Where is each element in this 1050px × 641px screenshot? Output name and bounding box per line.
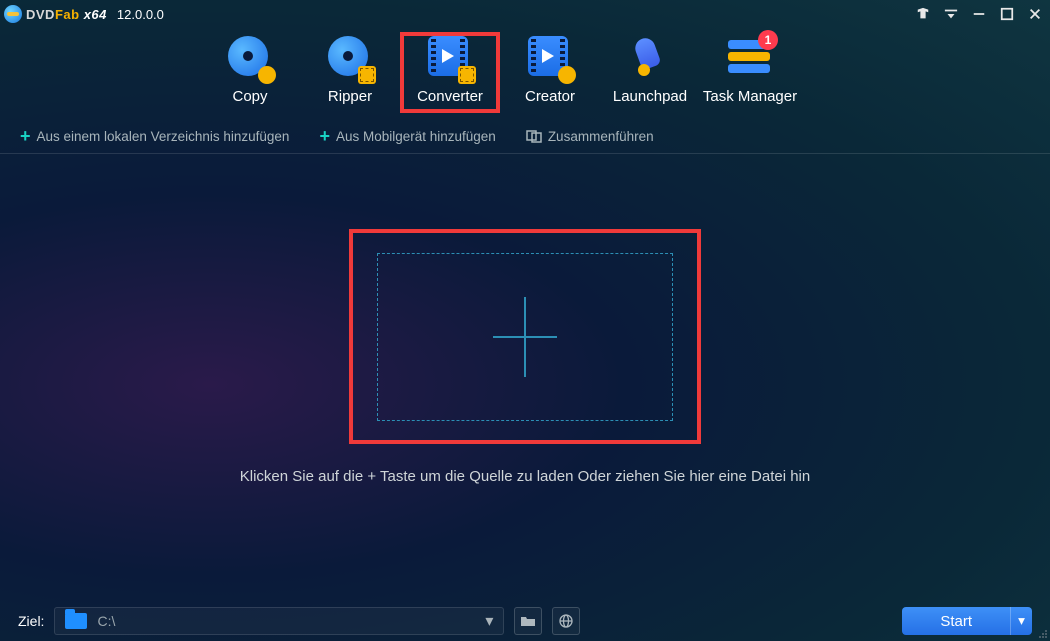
drop-hint-text: Klicken Sie auf die + Taste um die Quell…	[0, 468, 1050, 485]
start-dropdown-button[interactable]: ▾	[1010, 607, 1032, 635]
start-button[interactable]: Start	[902, 607, 1010, 635]
add-from-mobile-button[interactable]: + Aus Mobilgerät hinzufügen	[319, 127, 495, 145]
menu-dropdown-icon[interactable]	[944, 7, 958, 21]
resize-grip-icon[interactable]	[1036, 627, 1048, 639]
destination-selector[interactable]: C:\ ▾	[54, 607, 504, 635]
drop-zone[interactable]	[349, 229, 701, 444]
tab-ripper-label: Ripper	[328, 88, 372, 105]
task-manager-icon: 1	[728, 36, 772, 80]
tab-copy[interactable]: Copy	[200, 32, 300, 113]
merge-button[interactable]: Zusammenführen	[526, 128, 654, 144]
plus-icon: +	[319, 127, 330, 145]
rocket-icon	[628, 36, 672, 80]
plus-icon: +	[20, 127, 31, 145]
browse-folder-button[interactable]	[514, 607, 542, 635]
tab-converter-label: Converter	[417, 88, 483, 105]
chevron-down-icon: ▾	[1018, 613, 1025, 629]
tab-launchpad-label: Launchpad	[613, 88, 687, 105]
app-brand: DVDFab x64	[26, 7, 107, 22]
destination-label: Ziel:	[18, 613, 44, 629]
maximize-icon[interactable]	[1000, 7, 1014, 21]
merge-label: Zusammenführen	[548, 129, 654, 144]
minimize-icon[interactable]	[972, 7, 986, 21]
folder-icon	[65, 613, 87, 629]
merge-icon	[526, 128, 542, 144]
disc-copy-icon	[228, 36, 272, 80]
tab-copy-label: Copy	[232, 88, 267, 105]
film-converter-icon	[428, 36, 472, 80]
chevron-down-icon: ▾	[485, 611, 499, 631]
folder-open-icon	[520, 613, 536, 629]
close-icon[interactable]	[1028, 7, 1042, 21]
add-from-local-button[interactable]: + Aus einem lokalen Verzeichnis hinzufüg…	[20, 127, 289, 145]
tab-creator-label: Creator	[525, 88, 575, 105]
brand-arch: x64	[84, 7, 107, 22]
tab-creator[interactable]: Creator	[500, 32, 600, 113]
drop-zone-inner	[377, 253, 673, 421]
brand-part-fab: Fab	[55, 7, 80, 22]
tab-converter[interactable]: Converter	[400, 32, 500, 113]
tab-ripper[interactable]: Ripper	[300, 32, 400, 113]
add-from-mobile-label: Aus Mobilgerät hinzufügen	[336, 129, 496, 144]
tab-launchpad[interactable]: Launchpad	[600, 32, 700, 113]
drop-plus-icon	[524, 297, 526, 377]
tab-task-manager-label: Task Manager	[703, 88, 797, 105]
globe-icon	[558, 613, 574, 629]
task-badge: 1	[758, 30, 778, 50]
divider	[0, 153, 1050, 154]
tab-task-manager[interactable]: 1 Task Manager	[700, 32, 800, 113]
disc-ripper-icon	[328, 36, 372, 80]
brand-part-dvd: DVD	[26, 7, 55, 22]
app-version: 12.0.0.0	[117, 7, 164, 22]
film-creator-icon	[528, 36, 572, 80]
app-logo-icon	[4, 5, 22, 23]
web-output-button[interactable]	[552, 607, 580, 635]
destination-path: C:\	[97, 613, 115, 629]
add-from-local-label: Aus einem lokalen Verzeichnis hinzufügen	[37, 129, 290, 144]
skin-icon[interactable]	[916, 7, 930, 21]
